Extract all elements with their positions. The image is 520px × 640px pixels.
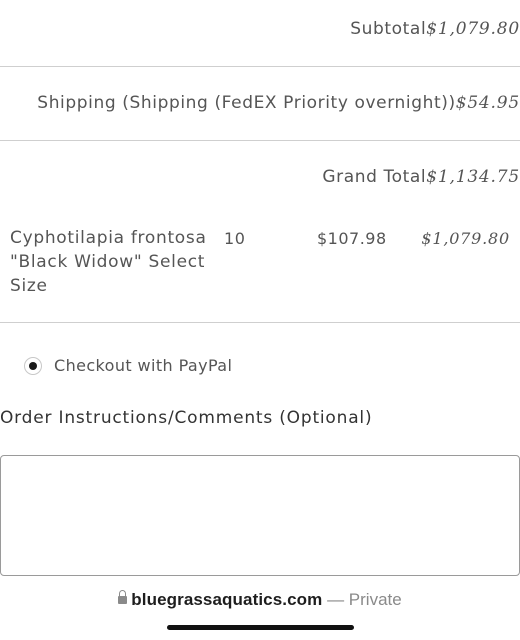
order-instructions-label: Order Instructions/Comments (Optional)	[0, 408, 373, 428]
site-domain: bluegrassaquatics.com	[131, 590, 323, 609]
item-total: $1,079.80	[421, 229, 510, 248]
item-price: $107.98	[317, 229, 387, 248]
divider	[0, 140, 520, 141]
subtotal-label: Subtotal	[350, 19, 427, 39]
shipping-row: Shipping (Shipping (FedEX Priority overn…	[0, 93, 520, 113]
lock-icon	[118, 590, 128, 604]
item-name: Cyphotilapia frontosa "Black Widow" Sele…	[10, 228, 207, 296]
paypal-radio[interactable]	[24, 357, 42, 375]
paypal-option-label[interactable]: Checkout with PayPal	[54, 356, 232, 375]
private-indicator: — Private	[322, 590, 402, 609]
subtotal-row: Subtotal$1,079.80	[0, 19, 520, 39]
shipping-value: $54.95	[455, 93, 520, 113]
shipping-label: Shipping (Shipping (FedEX Priority overn…	[37, 93, 456, 113]
divider	[0, 322, 520, 323]
item-quantity: 10	[224, 229, 246, 248]
grand-total-value: $1,134.75	[426, 167, 520, 187]
grand-total-label: Grand Total	[322, 167, 427, 187]
address-bar[interactable]: bluegrassaquatics.com — Private	[0, 590, 520, 610]
grand-total-row: Grand Total$1,134.75	[0, 167, 520, 187]
home-indicator[interactable]	[167, 625, 354, 630]
divider	[0, 66, 520, 67]
order-instructions-textarea[interactable]	[0, 455, 520, 576]
radio-selected-dot	[29, 362, 37, 370]
subtotal-value: $1,079.80	[426, 19, 520, 39]
